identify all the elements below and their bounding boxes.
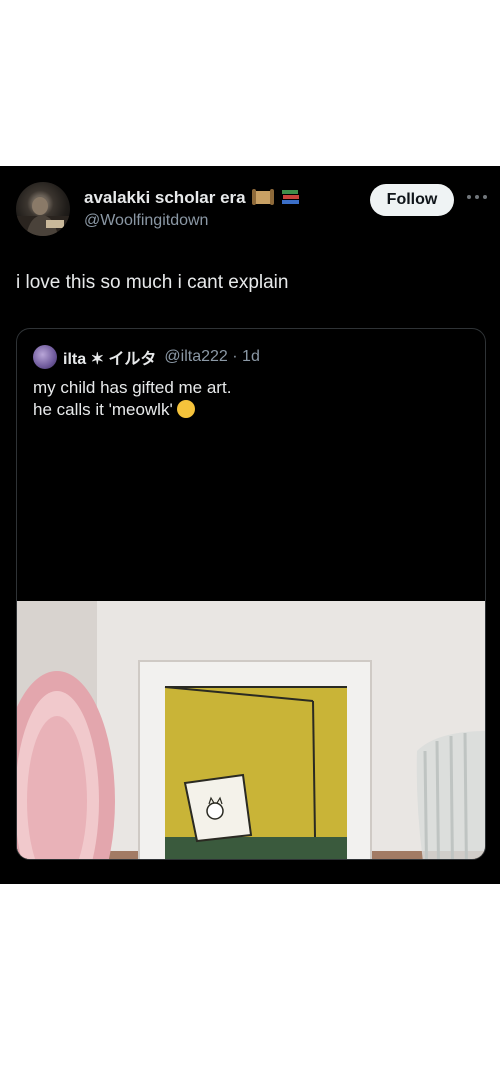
user-display-name[interactable]: avalakki scholar era xyxy=(84,188,301,211)
quoted-user-avatar[interactable] xyxy=(33,345,57,369)
scroll-emoji-icon xyxy=(252,188,275,211)
quoted-tweet[interactable]: ilta ✶ イルタ @ilta222 · 1d my child has gi… xyxy=(16,328,486,860)
glass-vase xyxy=(416,731,485,859)
quoted-handle[interactable]: @ilta222 · 1d xyxy=(164,348,259,366)
meta-separator: · xyxy=(232,348,238,365)
quoted-text-line-2: he calls it 'meowlk' xyxy=(33,399,231,421)
quoted-text-line-1: my child has gifted me art. xyxy=(33,378,232,397)
user-handle[interactable]: @Woolfingitdown xyxy=(84,212,208,230)
quoted-handle-text: @ilta222 xyxy=(164,348,228,365)
quoted-text-line-2-text: he calls it 'meowlk' xyxy=(33,400,173,419)
user-avatar[interactable] xyxy=(16,182,70,236)
tweet-card: avalakki scholar era @Woolfingitdown Fol… xyxy=(0,166,500,884)
quoted-tweet-photo[interactable] xyxy=(17,601,485,859)
grinning-face-emoji-icon xyxy=(176,400,195,418)
quoted-timestamp[interactable]: 1d xyxy=(242,348,260,365)
books-emoji-icon xyxy=(281,188,301,211)
more-options-icon[interactable] xyxy=(466,192,488,202)
tweet-text: i love this so much i cant explain xyxy=(16,272,289,293)
quoted-tweet-header: ilta ✶ イルタ @ilta222 · 1d xyxy=(33,345,260,369)
quoted-tweet-text: my child has gifted me art. he calls it … xyxy=(33,377,231,421)
picture-frame xyxy=(138,660,372,859)
quoted-display-name[interactable]: ilta ✶ イルタ xyxy=(63,345,156,369)
display-name-text: avalakki scholar era xyxy=(84,188,246,207)
follow-button[interactable]: Follow xyxy=(370,184,454,216)
